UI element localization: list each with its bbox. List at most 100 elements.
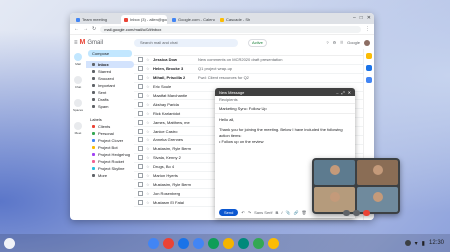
star-icon[interactable]: ☆ — [146, 120, 150, 125]
keep-icon[interactable] — [366, 53, 372, 59]
recipients-field[interactable]: Recipients — [215, 96, 355, 104]
delete-icon[interactable]: 🗑 — [302, 210, 307, 215]
message-body[interactable]: Hello all, Thank you for joining the mee… — [215, 114, 355, 148]
rail-item[interactable]: Meet — [74, 122, 82, 135]
browser-tab[interactable]: Inbox (3) - allen@google.com — [121, 15, 167, 24]
avatar[interactable] — [364, 39, 370, 46]
play-app-icon[interactable] — [253, 237, 264, 249]
reload-icon[interactable]: ↻ — [92, 26, 96, 32]
row-checkbox[interactable] — [138, 137, 143, 143]
table-row[interactable]: ☆ Jessica Dow New comments on MCR2020 draf… — [134, 56, 364, 65]
meet-pip-window[interactable] — [312, 158, 400, 214]
minimize-icon[interactable]: – — [336, 90, 338, 95]
row-checkbox[interactable] — [138, 110, 143, 116]
subject-field[interactable]: Marketing Sync: Follow Up — [215, 104, 355, 114]
star-icon[interactable]: ☆ — [146, 66, 150, 71]
sidebar-item[interactable]: Drafts — [86, 96, 134, 103]
browser-tab[interactable]: Team meeting — [73, 15, 119, 24]
sidebar-item[interactable]: Sent — [86, 89, 134, 96]
bold-icon[interactable]: B — [276, 210, 279, 215]
star-icon[interactable]: ☆ — [146, 57, 150, 62]
row-checkbox[interactable] — [138, 128, 143, 134]
close-icon[interactable]: ✕ — [367, 15, 371, 21]
font-select[interactable]: Sans Serif — [254, 210, 272, 215]
photos-app-icon[interactable] — [268, 237, 279, 249]
attach-icon[interactable]: 📎 — [286, 210, 291, 215]
star-icon[interactable]: ☆ — [146, 155, 150, 160]
rail-item[interactable]: Mail — [74, 53, 82, 66]
label-item[interactable]: More — [86, 172, 134, 179]
meet-app-icon[interactable] — [238, 237, 249, 249]
star-icon[interactable]: ☆ — [146, 93, 150, 98]
sheets-app-icon[interactable] — [208, 237, 219, 249]
sidebar-item[interactable]: Spam — [86, 103, 134, 110]
rail-item[interactable]: Spaces — [73, 99, 83, 112]
star-icon[interactable]: ☆ — [146, 111, 150, 116]
sidebar-item[interactable]: Important — [86, 82, 134, 89]
compose-button[interactable]: Compose — [88, 50, 132, 57]
row-checkbox[interactable] — [138, 84, 143, 90]
sidebar-item[interactable]: Inbox — [86, 61, 134, 68]
star-icon[interactable]: ☆ — [146, 84, 150, 89]
label-item[interactable]: Project Bot — [86, 144, 134, 151]
launcher-icon[interactable] — [4, 238, 15, 249]
sidebar-item[interactable]: Starred — [86, 68, 134, 75]
search-input[interactable]: Search mail and chat — [134, 38, 238, 47]
hangup-button[interactable] — [362, 210, 370, 216]
italic-icon[interactable]: I — [281, 210, 282, 215]
forward-icon[interactable]: → — [83, 26, 88, 32]
system-tray[interactable]: ▾ ▮ 12:30 — [404, 237, 444, 249]
row-checkbox[interactable] — [138, 173, 143, 179]
row-checkbox[interactable] — [138, 75, 143, 81]
label-item[interactable]: Project Rocket — [86, 158, 134, 165]
row-checkbox[interactable] — [138, 155, 143, 161]
star-icon[interactable]: ☆ — [146, 191, 150, 196]
row-checkbox[interactable] — [138, 164, 143, 170]
camera-button[interactable] — [352, 210, 360, 216]
label-item[interactable]: Project Clover — [86, 137, 134, 144]
expand-icon[interactable]: ⤢ — [341, 90, 344, 95]
link-icon[interactable]: 🔗 — [294, 210, 299, 215]
table-row[interactable]: ☆ Mihail, Priscilla 2 Fwd: Client resource… — [134, 74, 364, 83]
star-icon[interactable]: ☆ — [146, 102, 150, 107]
row-checkbox[interactable] — [138, 146, 143, 152]
star-icon[interactable]: ☆ — [146, 200, 150, 205]
row-checkbox[interactable] — [138, 57, 143, 63]
tasks-icon[interactable] — [366, 65, 372, 71]
address-bar[interactable]: mail.google.com/mail/u/0/#inbox — [100, 25, 361, 33]
docs-app-icon[interactable] — [193, 237, 204, 249]
help-icon[interactable]: ? — [326, 40, 328, 45]
settings-icon[interactable]: ⚙ — [333, 40, 337, 45]
menu-icon[interactable]: ⋮ — [365, 26, 370, 32]
row-checkbox[interactable] — [138, 66, 143, 72]
minimize-icon[interactable]: – — [353, 15, 356, 21]
star-icon[interactable]: ☆ — [146, 164, 150, 169]
status-badge[interactable]: Active — [248, 38, 267, 47]
table-row[interactable]: ☆ Helen, Brooke 3 Q1 project wrap-up — [134, 65, 364, 74]
hamburger-icon[interactable]: ≡ — [74, 40, 78, 46]
mic-button[interactable] — [342, 210, 350, 216]
browser-tab[interactable]: Google.com - Calendar — [169, 15, 215, 24]
row-checkbox[interactable] — [138, 101, 143, 107]
star-icon[interactable]: ☆ — [146, 129, 150, 134]
calendar-app-icon[interactable] — [178, 237, 189, 249]
notification-icon[interactable] — [404, 240, 411, 246]
label-item[interactable]: Personal — [86, 130, 134, 137]
send-button[interactable]: Send — [219, 208, 239, 216]
gmail-logo[interactable]: ≡ M Gmail — [74, 39, 130, 46]
star-icon[interactable]: ☆ — [146, 173, 150, 178]
label-item[interactable]: Project Skyline — [86, 165, 134, 172]
slides-app-icon[interactable] — [223, 237, 234, 249]
row-checkbox[interactable] — [138, 190, 143, 196]
row-checkbox[interactable] — [138, 199, 143, 205]
rail-item[interactable]: Chat — [74, 76, 82, 89]
gmail-app-icon[interactable] — [163, 237, 174, 249]
row-checkbox[interactable] — [138, 119, 143, 125]
star-icon[interactable]: ☆ — [146, 137, 150, 142]
row-checkbox[interactable] — [138, 93, 143, 98]
redo-icon[interactable]: ↷ — [248, 210, 251, 215]
contacts-icon[interactable] — [366, 77, 372, 83]
undo-icon[interactable]: ↶ — [241, 210, 244, 215]
chrome-app-icon[interactable] — [148, 237, 159, 249]
row-checkbox[interactable] — [138, 181, 143, 187]
